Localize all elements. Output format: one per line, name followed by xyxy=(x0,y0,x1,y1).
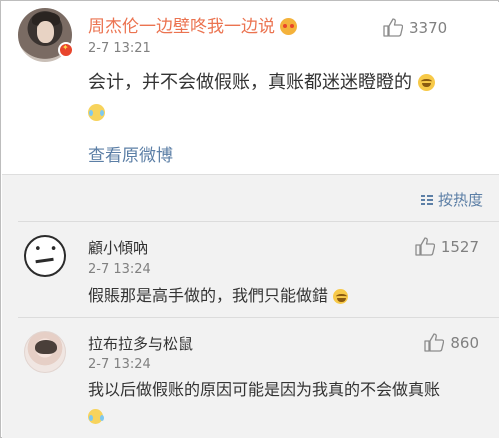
author-name-row[interactable]: 周杰伦一边壁咚我一边说 xyxy=(88,12,298,37)
sort-label: 按热度 xyxy=(437,191,483,209)
comment-text-content: 假賬那是高手做的，我們只能做錯 xyxy=(88,286,329,305)
laughing-emoji-icon xyxy=(417,74,435,91)
laughing-emoji-icon xyxy=(333,289,349,304)
post-time: 2-7 13:21 xyxy=(88,41,151,56)
commenter-avatar[interactable] xyxy=(24,331,66,373)
post-text-content: 会计，并不会做假账，真账都迷迷瞪瞪的 xyxy=(88,72,412,93)
crying-laughing-emoji-icon xyxy=(88,409,104,424)
view-original-link[interactable]: 查看原微博 xyxy=(88,141,173,166)
heart-eyes-icon xyxy=(280,18,298,35)
author-name[interactable]: 周杰伦一边壁咚我一边说 xyxy=(88,17,275,37)
sort-by-hot-button[interactable]: 按热度 xyxy=(420,189,483,210)
comment-time: 2-7 13:24 xyxy=(88,357,151,372)
commenter-name[interactable]: 顧小傾吶 xyxy=(88,237,148,258)
comment-item: 顧小傾吶 2-7 13:24 1527 假賬那是高手做的，我們只能做錯 xyxy=(2,221,499,317)
verified-badge-icon xyxy=(58,42,74,58)
thumbs-up-icon xyxy=(424,333,445,352)
thumbs-up-icon xyxy=(383,18,404,37)
crying-laughing-emoji-icon xyxy=(88,104,105,121)
comment-like-button[interactable]: 860 xyxy=(424,333,479,352)
sort-icon xyxy=(420,192,434,207)
comment-item: 拉布拉多与松鼠 2-7 13:24 860 我以后做假账的原因可能是因为我真的不… xyxy=(2,317,499,438)
comment-like-button[interactable]: 1527 xyxy=(415,237,479,256)
avatar-face xyxy=(37,21,54,43)
comments-section: 按热度 顧小傾吶 2-7 13:24 1527 假賬那是高手做的，我們只能做錯 … xyxy=(2,174,499,438)
comment-text-content: 我以后做假账的原因可能是因为我真的不会做真账 xyxy=(88,380,441,399)
comment-time: 2-7 13:24 xyxy=(88,262,151,277)
post-like-count: 3370 xyxy=(409,18,448,37)
comment-text: 我以后做假账的原因可能是因为我真的不会做真账 xyxy=(88,377,448,429)
main-post: 周杰伦一边壁咚我一边说 2-7 13:21 3370 会计，并不会做假账，真账都… xyxy=(2,2,499,174)
weibo-comment-card: 周杰伦一边壁咚我一边说 2-7 13:21 3370 会计，并不会做假账，真账都… xyxy=(0,0,499,438)
post-text: 会计，并不会做假账，真账都迷迷瞪瞪的 xyxy=(88,68,488,128)
post-like-button[interactable]: 3370 xyxy=(383,18,447,37)
commenter-avatar[interactable] xyxy=(24,235,66,277)
comment-text: 假賬那是高手做的，我們只能做錯 xyxy=(88,283,448,309)
comment-like-count: 860 xyxy=(450,333,479,352)
commenter-name[interactable]: 拉布拉多与松鼠 xyxy=(88,333,193,354)
thumbs-up-icon xyxy=(415,237,436,256)
comment-like-count: 1527 xyxy=(440,237,479,256)
